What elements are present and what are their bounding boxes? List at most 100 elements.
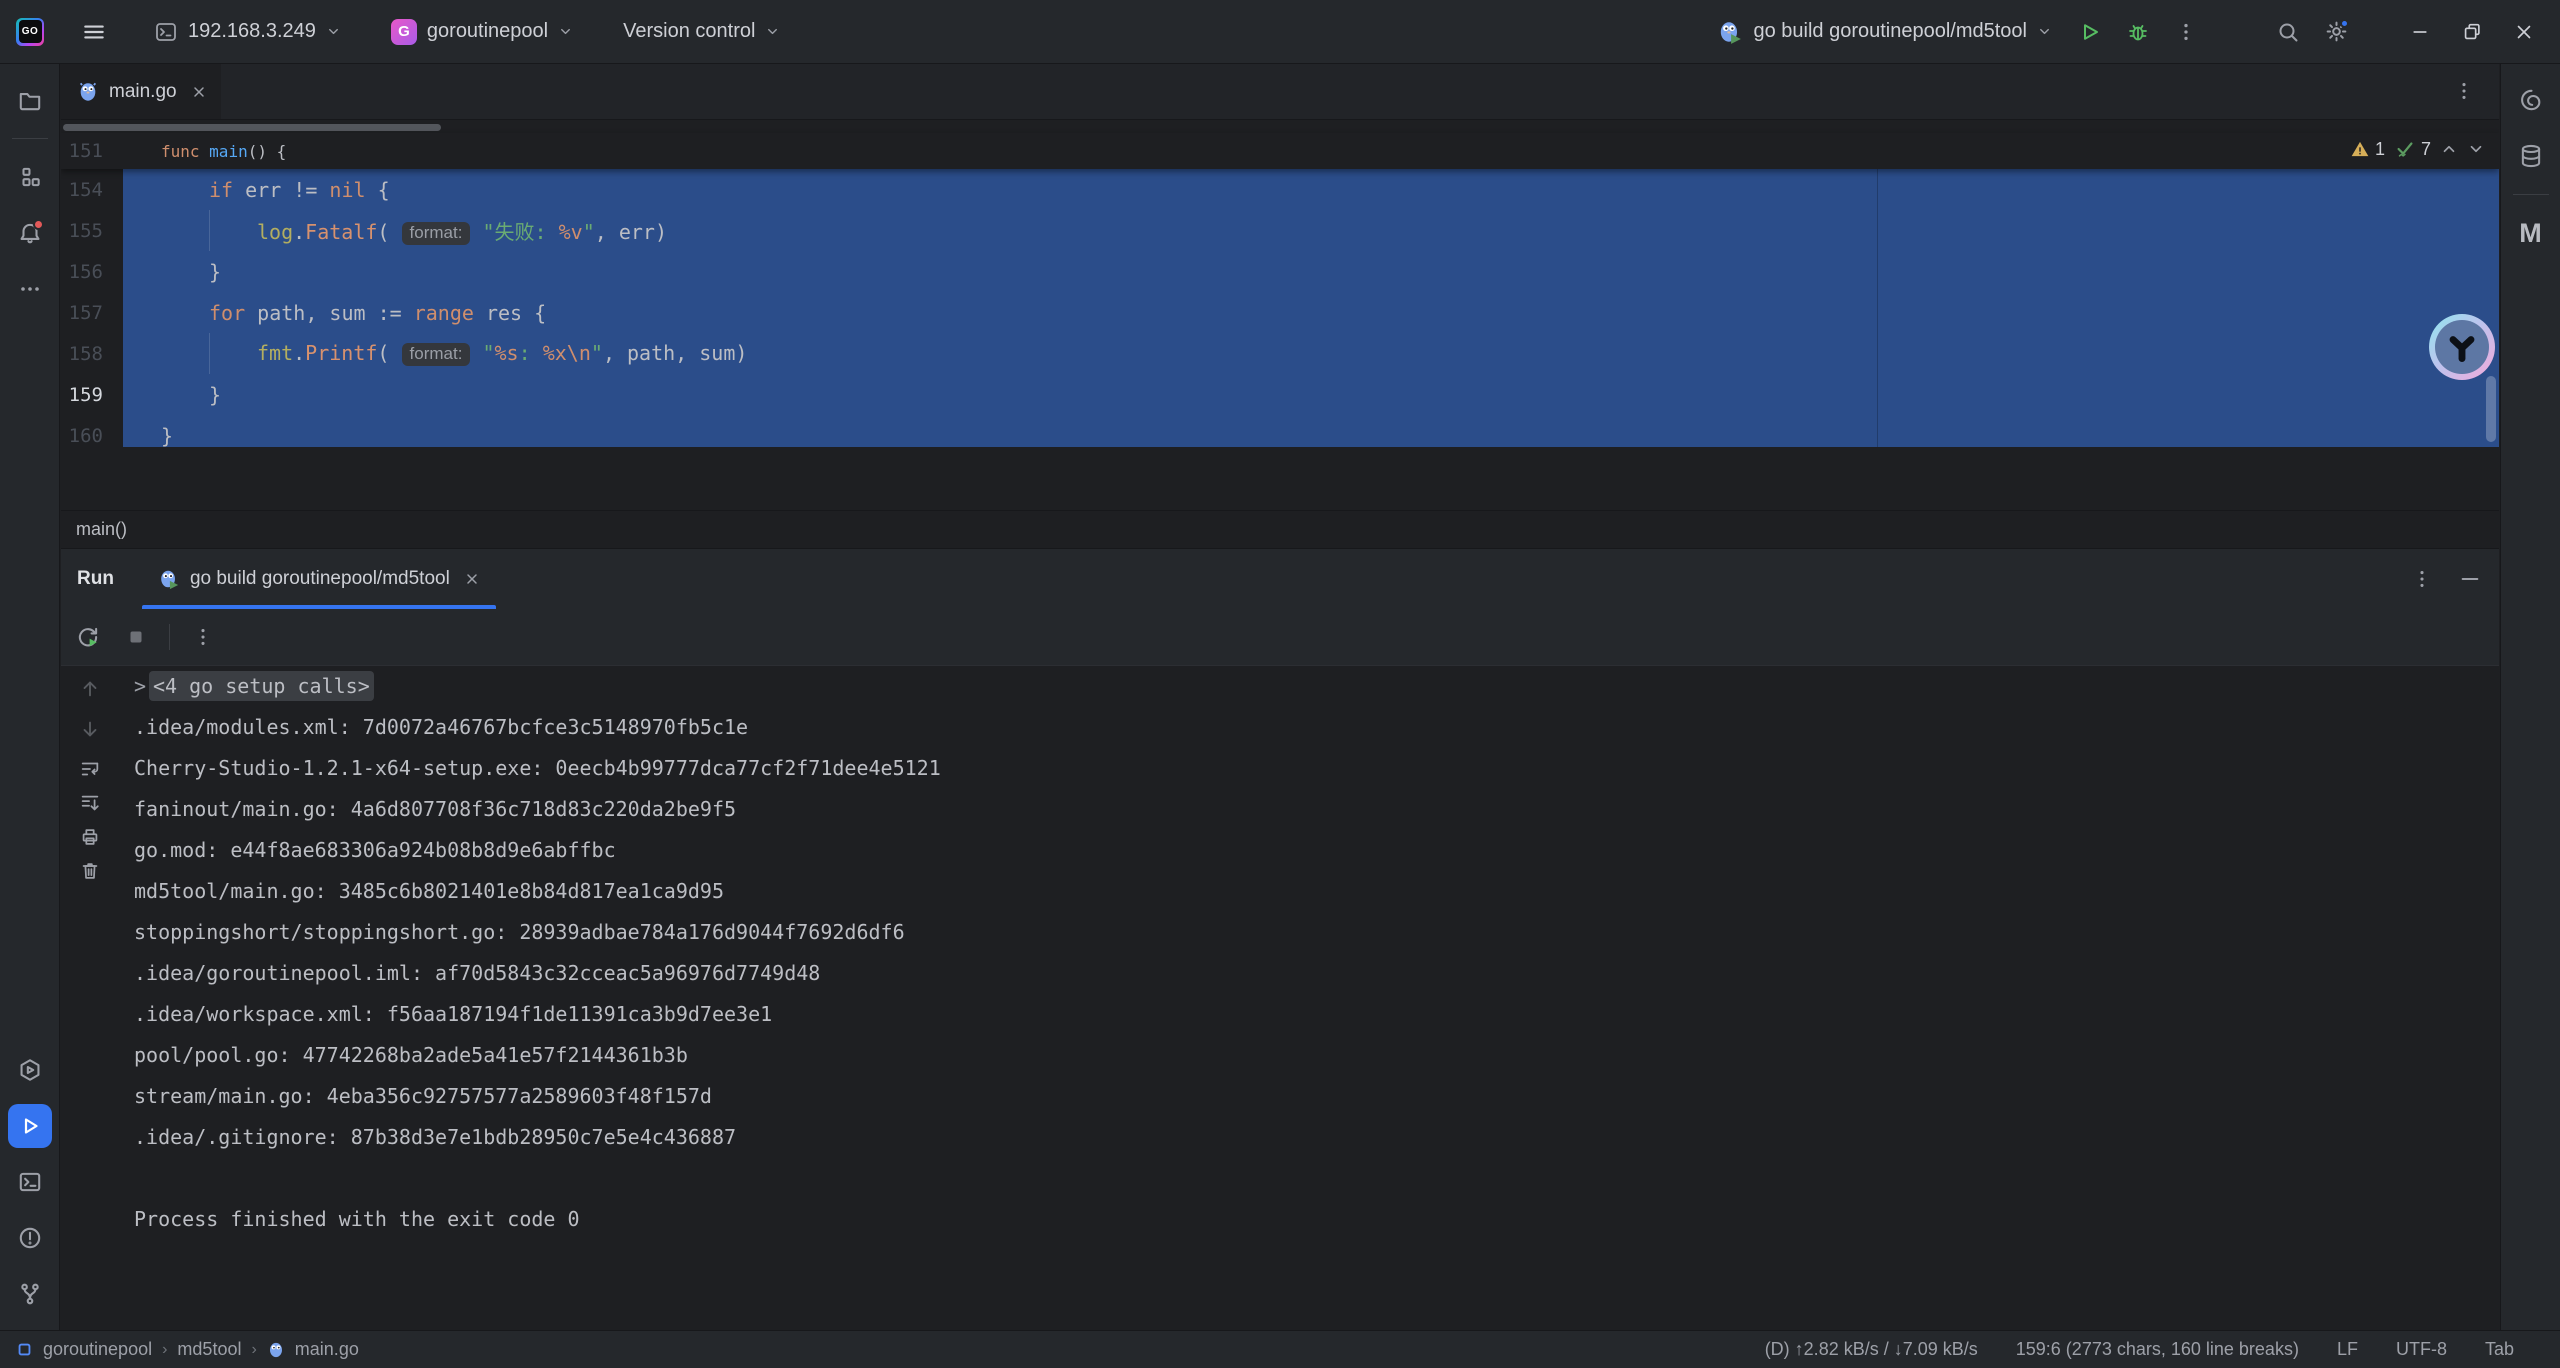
clear-console-button[interactable]: [75, 856, 105, 886]
console-line[interactable]: .idea/.gitignore: 87b38d3e7e1bdb28950c7e…: [119, 1117, 2499, 1158]
window-restore-button[interactable]: [2450, 12, 2494, 52]
caret-position-indicator[interactable]: 159:6 (2773 chars, 160 line breaks): [2016, 1339, 2299, 1360]
status-crumb-main.go[interactable]: main.go: [295, 1339, 359, 1360]
prev-occurrence-button[interactable]: [75, 674, 105, 704]
line-ending-indicator[interactable]: LF: [2337, 1339, 2358, 1360]
console-line[interactable]: stoppingshort/stoppingshort.go: 28939adb…: [119, 912, 2499, 953]
vcs-tool-button[interactable]: [8, 1272, 52, 1316]
console-line[interactable]: md5tool/main.go: 3485c6b8021401e8b84d817…: [119, 871, 2499, 912]
terminal-icon: [17, 1169, 43, 1195]
console-options-button[interactable]: [188, 622, 218, 652]
console-line[interactable]: go.mod: e44f8ae683306a924b08b8d9e6abffbc: [119, 830, 2499, 871]
console-line[interactable]: .idea/goroutinepool.iml: af70d5843c32cce…: [119, 953, 2499, 994]
indent-indicator[interactable]: Tab: [2485, 1339, 2514, 1360]
stop-icon: [125, 626, 147, 648]
console-line[interactable]: pool/pool.go: 47742268ba2ade5a41e57f2144…: [119, 1035, 2499, 1076]
window-minimize-button[interactable]: [2398, 12, 2442, 52]
kebab-menu-icon: [192, 626, 214, 648]
status-crumb-md5tool[interactable]: md5tool: [177, 1339, 241, 1360]
console-line[interactable]: Process finished with the exit code 0: [119, 1199, 2499, 1240]
line-number[interactable]: 158: [61, 343, 123, 365]
code-line-156[interactable]: 156}: [61, 251, 2499, 292]
line-number[interactable]: 159: [61, 384, 123, 406]
main-menu-button[interactable]: [74, 12, 114, 52]
sticky-line-header[interactable]: 151 func main() {: [61, 133, 2499, 169]
window-close-button[interactable]: [2502, 12, 2546, 52]
code-token: .: [293, 341, 305, 365]
chevron-down-icon[interactable]: [2467, 140, 2485, 158]
console-line[interactable]: ><4 go setup calls>: [119, 666, 2499, 707]
hide-panel-icon[interactable]: [2459, 568, 2481, 590]
soft-wrap-icon: [79, 758, 101, 780]
more-tool-windows-button[interactable]: [8, 267, 52, 311]
tab-options-button[interactable]: [2453, 80, 2475, 102]
rerun-button[interactable]: [73, 622, 103, 652]
print-button[interactable]: [75, 822, 105, 852]
settings-button[interactable]: [2316, 12, 2356, 52]
close-icon[interactable]: [464, 571, 480, 587]
network-speed-indicator[interactable]: (D) ↑2.82 kB/s / ↓7.09 kB/s: [1765, 1339, 1978, 1360]
folded-output-chip[interactable]: <4 go setup calls>: [149, 671, 374, 701]
console-line[interactable]: stream/main.go: 4eba356c92757577a2589603…: [119, 1076, 2499, 1117]
code-line-157[interactable]: 157for path, sum := range res {: [61, 292, 2499, 333]
project-selector[interactable]: G goroutinepool: [381, 13, 583, 51]
scroll-to-end-button[interactable]: [75, 788, 105, 818]
terminal-tool-button[interactable]: [8, 1160, 52, 1204]
line-number[interactable]: 155: [61, 220, 123, 242]
more-actions-button[interactable]: [2166, 12, 2206, 52]
editor-scrollbar-thumb[interactable]: [2486, 376, 2496, 442]
next-occurrence-button[interactable]: [75, 714, 105, 744]
console-line[interactable]: Cherry-Studio-1.2.1-x64-setup.exe: 0eecb…: [119, 748, 2499, 789]
code-line-159[interactable]: 159}: [61, 374, 2499, 415]
code-line-158[interactable]: 158fmt.Printf( format: "%s: %x\n", path,…: [61, 333, 2499, 374]
search-everywhere-button[interactable]: [2268, 12, 2308, 52]
notifications-button[interactable]: [8, 211, 52, 255]
printer-icon: [79, 826, 101, 848]
horizontal-scrollbar[interactable]: [63, 124, 441, 131]
code-line-155[interactable]: 155log.Fatalf( format: "失败: %v", err): [61, 210, 2499, 251]
inspections-widget[interactable]: 1 7: [2350, 138, 2485, 160]
ai-floating-button[interactable]: [2429, 314, 2495, 380]
project-tool-button[interactable]: [8, 78, 52, 122]
fold-expand-icon[interactable]: >: [134, 666, 148, 707]
ai-assistant-tool-button[interactable]: [2509, 78, 2553, 122]
code-editor[interactable]: 151 func main() { 1 7: [61, 121, 2499, 510]
kebab-menu-icon[interactable]: [2411, 568, 2433, 590]
line-number[interactable]: 160: [61, 425, 123, 447]
code-token: (: [377, 341, 401, 365]
code-line-154[interactable]: 154if err != nil {: [61, 169, 2499, 210]
run-button[interactable]: [2070, 12, 2110, 52]
database-icon: [2518, 143, 2544, 169]
console-line[interactable]: faninout/main.go: 4a6d807708f36c718d83c2…: [119, 789, 2499, 830]
line-number[interactable]: 154: [61, 179, 123, 201]
soft-wrap-button[interactable]: [75, 754, 105, 784]
console-line[interactable]: .idea/workspace.xml: f56aa187194f1de1139…: [119, 994, 2499, 1035]
vcs-widget[interactable]: Version control: [613, 14, 790, 49]
status-breadcrumbs[interactable]: goroutinepool›md5tool›main.go: [0, 1339, 359, 1360]
line-number[interactable]: 156: [61, 261, 123, 283]
stop-button[interactable]: [121, 622, 151, 652]
status-crumb-goroutinepool[interactable]: goroutinepool: [43, 1339, 152, 1360]
database-tool-button[interactable]: [2509, 134, 2553, 178]
structure-tool-button[interactable]: [8, 155, 52, 199]
code-line-160[interactable]: 160}: [61, 415, 2499, 456]
services-tool-button[interactable]: [8, 1048, 52, 1092]
console-line[interactable]: .idea/modules.xml: 7d0072a46767bcfce3c51…: [119, 707, 2499, 748]
chevron-down-icon: [2037, 24, 2052, 39]
encoding-indicator[interactable]: UTF-8: [2396, 1339, 2447, 1360]
debug-button[interactable]: [2118, 12, 2158, 52]
console-line[interactable]: [119, 1158, 2499, 1199]
close-icon[interactable]: [191, 84, 207, 100]
line-number[interactable]: 157: [61, 302, 123, 324]
breadcrumb-function[interactable]: main(): [76, 519, 127, 540]
run-tool-button[interactable]: [8, 1104, 52, 1148]
check-icon: [2394, 138, 2416, 160]
run-console[interactable]: ><4 go setup calls>.idea/modules.xml: 7d…: [61, 666, 2499, 1330]
m-plugin-tool-button[interactable]: M: [2509, 211, 2553, 255]
run-configuration-selector[interactable]: go build goroutinepool/md5tool: [1707, 13, 2062, 51]
chevron-up-icon[interactable]: [2440, 140, 2458, 158]
problems-tool-button[interactable]: [8, 1216, 52, 1260]
remote-host-selector[interactable]: 192.168.3.249: [144, 14, 351, 50]
editor-tab-main-go[interactable]: main.go: [61, 64, 221, 119]
run-tab[interactable]: go build goroutinepool/md5tool: [142, 549, 496, 609]
